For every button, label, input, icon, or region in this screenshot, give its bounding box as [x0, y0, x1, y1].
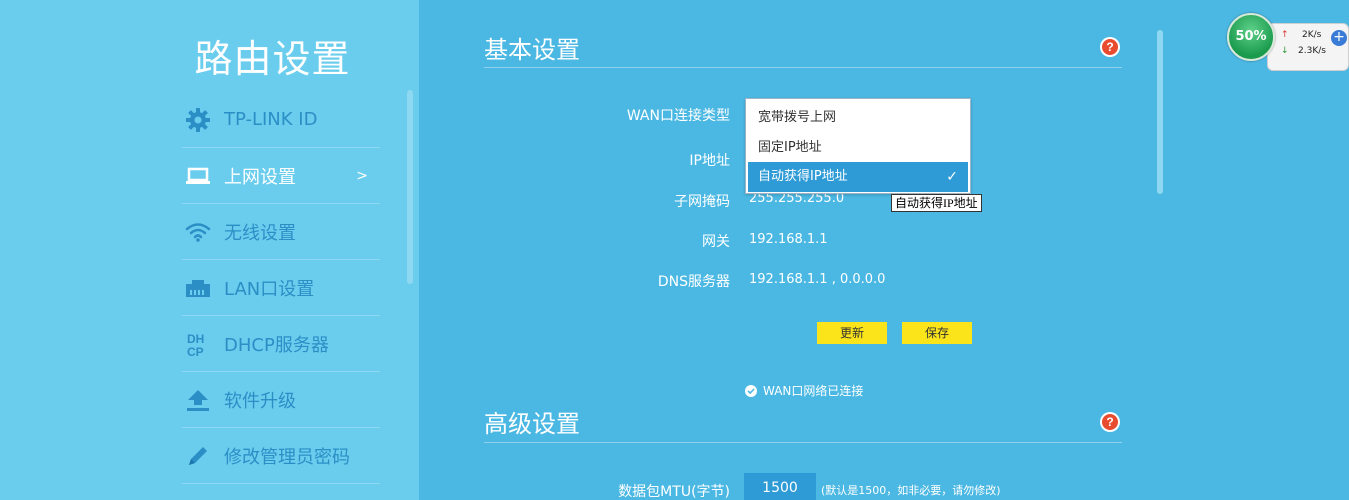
advanced-settings-title: 高级设置: [484, 410, 580, 438]
sidebar-item-lan[interactable]: LAN口设置: [182, 260, 380, 316]
sidebar-item-internet[interactable]: 上网设置 >: [182, 148, 380, 204]
upload-icon: [184, 386, 212, 414]
usage-gauge[interactable]: 50%: [1227, 13, 1275, 61]
gear-icon: [184, 106, 212, 134]
sidebar-item-label: 上网设置: [224, 166, 296, 188]
gateway-label: 网关: [702, 234, 730, 250]
arrow-down-icon: ↓: [1281, 46, 1289, 56]
help-icon[interactable]: ?: [1100, 37, 1120, 57]
main-scrollbar[interactable]: [1157, 30, 1163, 194]
laptop-icon: [184, 162, 212, 190]
sidebar-scrollbar[interactable]: [407, 90, 413, 284]
dropdown-option-dynamic-ip[interactable]: 自动获得IP地址 ✓: [748, 162, 968, 192]
arrow-up-icon: ↑: [1281, 30, 1289, 40]
check-circle-icon: [745, 384, 757, 397]
wan-type-dropdown[interactable]: 宽带拨号上网 固定IP地址 自动获得IP地址 ✓: [745, 98, 971, 194]
sidebar-item-label: 修改管理员密码: [224, 446, 350, 468]
dropdown-option-label: 自动获得IP地址: [758, 169, 848, 184]
chevron-right-icon: >: [356, 167, 368, 184]
divider: [484, 442, 1122, 443]
wan-type-label: WAN口连接类型: [626, 108, 730, 124]
pencil-icon: [184, 442, 212, 470]
upload-speed: 2K/s: [1302, 30, 1322, 40]
check-icon: ✓: [946, 169, 958, 185]
sidebar: 路由设置 TP-LINK ID 上网设置 > 无线设置 LAN口设置 DH CP…: [0, 0, 419, 500]
lan-port-icon: [184, 274, 212, 302]
sidebar-item-label: 无线设置: [224, 222, 296, 244]
ip-label: IP地址: [689, 153, 730, 169]
svg-text:DH: DH: [187, 332, 204, 346]
dns-label: DNS服务器: [657, 274, 730, 290]
sidebar-item-password[interactable]: 修改管理员密码: [182, 428, 380, 484]
mtu-input[interactable]: 1500: [744, 473, 816, 500]
gateway-value: 192.168.1.1: [749, 232, 828, 247]
svg-text:CP: CP: [187, 345, 204, 357]
help-icon[interactable]: ?: [1100, 412, 1120, 432]
wifi-icon: [184, 218, 212, 246]
sidebar-item-label: TP-LINK ID: [224, 109, 318, 130]
refresh-button[interactable]: 更新: [817, 322, 887, 344]
sidebar-item-label: LAN口设置: [224, 278, 315, 300]
mtu-label: 数据包MTU(字节): [618, 484, 730, 500]
mask-label: 子网掩码: [674, 194, 730, 210]
wan-status: WAN口网络已连接: [745, 382, 863, 399]
sidebar-item-dhcp[interactable]: DH CP DHCP服务器: [182, 316, 380, 372]
divider: [484, 67, 1122, 68]
basic-settings-title: 基本设置: [484, 36, 580, 64]
dropdown-option-static-ip[interactable]: 固定IP地址: [748, 133, 968, 163]
network-speed-widget[interactable]: ↑ 2K/s ↓ 2.3K/s 50% +: [1227, 13, 1349, 71]
sidebar-item-upgrade[interactable]: 软件升级: [182, 372, 380, 428]
sidebar-item-label: DHCP服务器: [224, 334, 329, 356]
main-content: 基本设置 ? WAN口连接类型 IP地址 子网掩码 255.255.255.0 …: [419, 0, 1349, 500]
dns-value: 192.168.1.1 , 0.0.0.0: [749, 272, 886, 287]
tooltip: 自动获得IP地址: [891, 194, 982, 212]
status-text: WAN口网络已连接: [763, 384, 864, 398]
dropdown-option-pppoe[interactable]: 宽带拨号上网: [748, 103, 968, 133]
mtu-hint: (默认是1500，如非必要，请勿修改): [821, 484, 1001, 497]
download-speed: 2.3K/s: [1298, 46, 1326, 56]
sidebar-item-tplink-id[interactable]: TP-LINK ID: [182, 92, 380, 148]
plus-icon[interactable]: +: [1331, 30, 1347, 46]
dhcp-icon: DH CP: [184, 330, 212, 358]
sidebar-item-wireless[interactable]: 无线设置: [182, 204, 380, 260]
save-button[interactable]: 保存: [902, 322, 972, 344]
sidebar-menu: TP-LINK ID 上网设置 > 无线设置 LAN口设置 DHCP DHCP: [182, 92, 380, 484]
sidebar-item-label: 软件升级: [224, 390, 296, 412]
